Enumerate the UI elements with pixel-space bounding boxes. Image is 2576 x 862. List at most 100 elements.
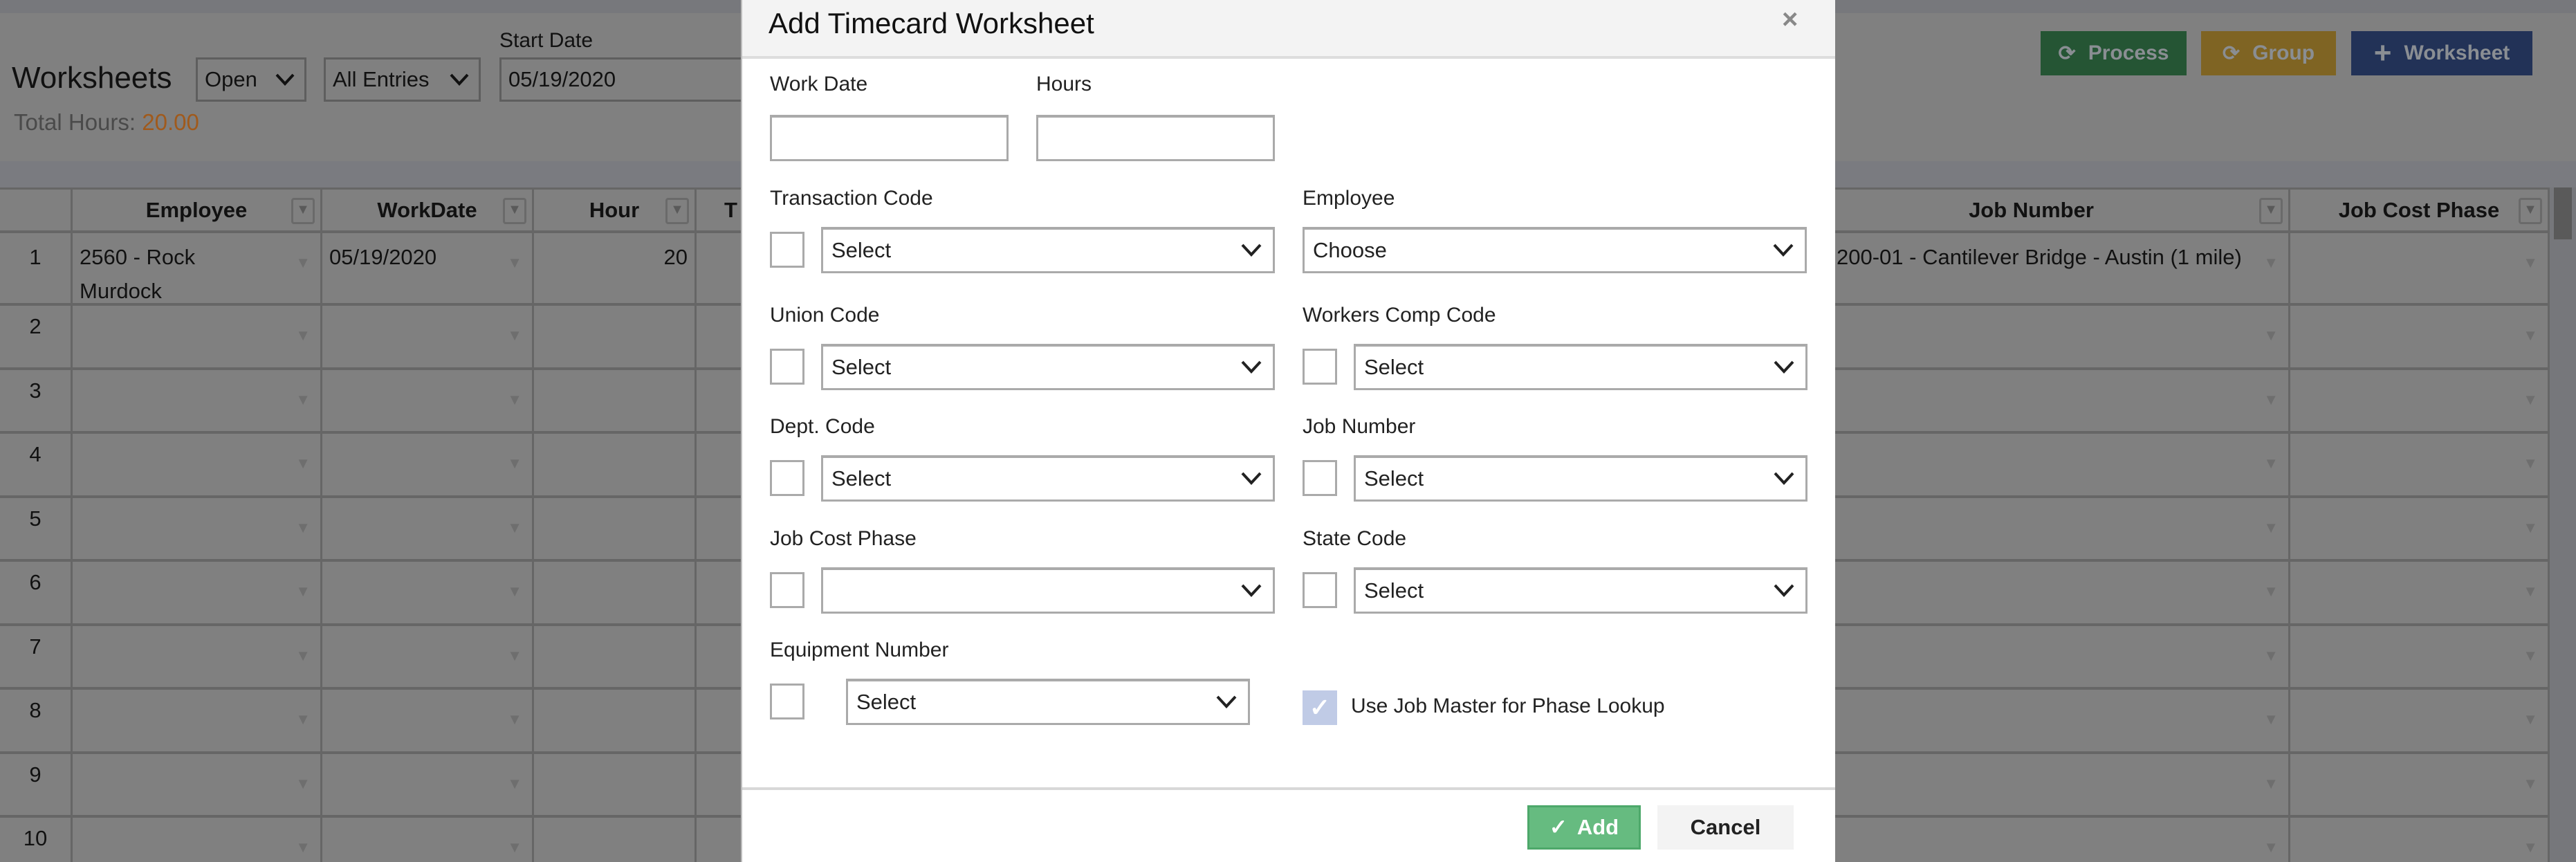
table-cell-job-cost-phase[interactable]: ▼ — [2290, 497, 2550, 562]
cell-dropdown-icon[interactable]: ▼ — [2263, 702, 2279, 736]
cell-dropdown-icon[interactable]: ▼ — [2523, 767, 2538, 800]
filter-icon[interactable]: ▼ — [2519, 198, 2542, 224]
table-cell-hour[interactable] — [534, 690, 697, 754]
table-cell-hour[interactable] — [534, 369, 697, 434]
table-cell-employee[interactable]: ▼ — [73, 434, 322, 498]
cell-dropdown-icon[interactable]: ▼ — [2263, 767, 2279, 800]
cell-dropdown-icon[interactable]: ▼ — [507, 639, 522, 672]
cell-dropdown-icon[interactable]: ▼ — [2263, 511, 2279, 544]
group-button[interactable]: ⟳ Group — [2201, 31, 2336, 75]
table-cell-job-number[interactable]: ▼ — [1774, 753, 2290, 818]
filter-icon[interactable]: ▼ — [291, 198, 315, 224]
table-cell-job-cost-phase[interactable]: ▼ — [2290, 690, 2550, 754]
table-cell-workdate[interactable]: ▼ — [322, 690, 534, 754]
cell-dropdown-icon[interactable]: ▼ — [507, 246, 522, 279]
table-cell-employee[interactable]: ▼ — [73, 562, 322, 626]
table-cell-workdate[interactable]: ▼ — [322, 497, 534, 562]
table-cell-job-cost-phase[interactable]: ▼ — [2290, 625, 2550, 690]
table-cell-hour[interactable]: 20 — [534, 233, 697, 306]
cell-dropdown-icon[interactable]: ▼ — [2263, 639, 2279, 672]
table-cell-job-number[interactable]: ▼ — [1774, 625, 2290, 690]
table-cell-job-number[interactable]: ▼ — [1774, 306, 2290, 370]
cell-dropdown-icon[interactable]: ▼ — [295, 830, 311, 862]
filter-icon[interactable]: ▼ — [503, 198, 526, 224]
work-date-input[interactable] — [770, 115, 1009, 161]
union-code-select[interactable]: Select — [821, 344, 1275, 390]
cell-dropdown-icon[interactable]: ▼ — [2523, 574, 2538, 608]
table-cell-employee[interactable]: 2560 - Rock Murdock ▼ — [73, 233, 322, 306]
table-cell-job-cost-phase[interactable]: ▼ — [2290, 434, 2550, 498]
dept-code-checkbox[interactable] — [770, 460, 804, 496]
employee-select[interactable]: Choose — [1303, 227, 1807, 273]
cell-dropdown-icon[interactable]: ▼ — [2523, 446, 2538, 480]
workers-comp-code-select[interactable]: Select — [1354, 344, 1807, 390]
table-cell-employee[interactable]: ▼ — [73, 625, 322, 690]
table-cell-hour[interactable] — [534, 753, 697, 818]
table-cell-row-number[interactable]: 3 — [0, 369, 73, 434]
table-cell-job-cost-phase[interactable]: ▼ — [2290, 562, 2550, 626]
table-cell-row-number[interactable]: 7 — [0, 625, 73, 690]
cell-dropdown-icon[interactable]: ▼ — [507, 767, 522, 800]
cell-dropdown-icon[interactable]: ▼ — [2523, 702, 2538, 736]
cell-dropdown-icon[interactable]: ▼ — [295, 702, 311, 736]
cell-dropdown-icon[interactable]: ▼ — [295, 446, 311, 480]
table-cell-hour[interactable] — [534, 818, 697, 862]
table-cell-job-cost-phase[interactable]: ▼ — [2290, 306, 2550, 370]
table-cell-job-number[interactable]: 200-01 - Cantilever Bridge - Austin (1 m… — [1774, 233, 2290, 306]
cell-dropdown-icon[interactable]: ▼ — [507, 511, 522, 544]
column-header-workdate[interactable]: WorkDate ▼ — [322, 187, 534, 233]
cell-dropdown-icon[interactable]: ▼ — [295, 767, 311, 800]
cell-dropdown-icon[interactable]: ▼ — [507, 446, 522, 480]
cell-dropdown-icon[interactable]: ▼ — [2523, 246, 2538, 279]
table-cell-job-number[interactable]: ▼ — [1774, 818, 2290, 862]
table-cell-row-number[interactable]: 9 — [0, 753, 73, 818]
filter-icon[interactable]: ▼ — [2259, 198, 2283, 224]
cell-dropdown-icon[interactable]: ▼ — [2523, 639, 2538, 672]
transaction-code-checkbox[interactable] — [770, 232, 804, 268]
cell-dropdown-icon[interactable]: ▼ — [295, 383, 311, 416]
table-cell-job-number[interactable]: ▼ — [1774, 369, 2290, 434]
cell-dropdown-icon[interactable]: ▼ — [295, 246, 311, 279]
table-cell-job-cost-phase[interactable]: ▼ — [2290, 818, 2550, 862]
cell-dropdown-icon[interactable]: ▼ — [507, 383, 522, 416]
table-cell-hour[interactable] — [534, 306, 697, 370]
equipment-number-checkbox[interactable] — [770, 684, 804, 719]
cell-dropdown-icon[interactable]: ▼ — [295, 639, 311, 672]
table-cell-hour[interactable] — [534, 562, 697, 626]
table-cell-workdate[interactable]: 05/19/2020 ▼ — [322, 233, 534, 306]
cell-dropdown-icon[interactable]: ▼ — [2523, 383, 2538, 416]
column-header-hour[interactable]: Hour ▼ — [534, 187, 697, 233]
job-number-checkbox[interactable] — [1303, 460, 1337, 496]
table-cell-job-number[interactable]: ▼ — [1774, 690, 2290, 754]
add-button[interactable]: ✓ Add — [1527, 805, 1641, 850]
entries-filter-select[interactable]: All Entries — [324, 57, 481, 102]
column-header-row-number[interactable] — [0, 187, 73, 233]
table-cell-employee[interactable]: ▼ — [73, 690, 322, 754]
cell-dropdown-icon[interactable]: ▼ — [2263, 446, 2279, 480]
table-cell-employee[interactable]: ▼ — [73, 306, 322, 370]
grid-scrollbar-thumb[interactable] — [2554, 187, 2572, 239]
table-cell-row-number[interactable]: 8 — [0, 690, 73, 754]
table-cell-job-cost-phase[interactable]: ▼ — [2290, 233, 2550, 306]
state-code-select[interactable]: Select — [1354, 567, 1807, 614]
process-button[interactable]: ⟳ Process — [2041, 31, 2187, 75]
table-cell-job-number[interactable]: ▼ — [1774, 497, 2290, 562]
cell-dropdown-icon[interactable]: ▼ — [2523, 511, 2538, 544]
table-cell-row-number[interactable]: 1 — [0, 233, 73, 306]
cell-dropdown-icon[interactable]: ▼ — [2263, 574, 2279, 608]
cell-dropdown-icon[interactable]: ▼ — [2263, 318, 2279, 352]
cell-dropdown-icon[interactable]: ▼ — [507, 702, 522, 736]
use-job-master-checkbox[interactable]: ✓ — [1303, 690, 1337, 725]
table-cell-row-number[interactable]: 6 — [0, 562, 73, 626]
cell-dropdown-icon[interactable]: ▼ — [2263, 830, 2279, 862]
equipment-number-select[interactable]: Select — [846, 679, 1250, 725]
status-filter-select[interactable]: Open — [196, 57, 306, 102]
table-cell-workdate[interactable]: ▼ — [322, 369, 534, 434]
column-header-employee[interactable]: Employee ▼ — [73, 187, 322, 233]
close-icon[interactable]: × — [1782, 4, 1798, 35]
table-cell-employee[interactable]: ▼ — [73, 369, 322, 434]
cancel-button[interactable]: Cancel — [1657, 805, 1794, 850]
state-code-checkbox[interactable] — [1303, 572, 1337, 608]
table-cell-row-number[interactable]: 4 — [0, 434, 73, 498]
add-worksheet-button[interactable]: + Worksheet — [2351, 31, 2532, 75]
